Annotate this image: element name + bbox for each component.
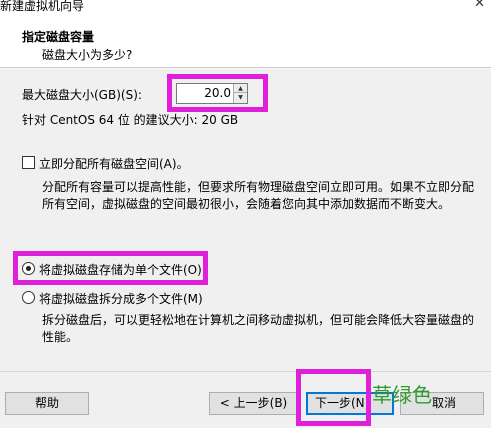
back-button[interactable]: < 上一步(B) [209,392,298,415]
allocate-all-checkbox[interactable] [22,156,35,169]
allocate-all-label[interactable]: 立即分配所有磁盘空间(A)。 [39,155,189,172]
allocate-description-line: 所有空间，虚拟磁盘的空间最初很小，会随着您向其中添加数据而不断变大。 [42,197,451,211]
watermark-text: 草绿色 [372,383,432,407]
window-title: 新建虚拟机向导 [0,0,85,13]
page-subtitle: 磁盘大小为多少? [42,48,133,62]
split-description: 拆分磁盘后，可以更轻松地在计算机之间移动虚拟机，但可能会降低大容量磁盘的 性能。 [42,312,474,346]
split-multi-file-label[interactable]: 将虚拟磁盘拆分成多个文件(M) [39,290,203,307]
allocate-description-line: 分配所有容量可以提高性能，但要求所有物理磁盘空间立即可用。如果不立即分配 [42,180,475,194]
highlight-box-single-file [13,251,208,285]
max-disk-size-label: 最大磁盘大小(GB)(S): [22,88,142,102]
highlight-box-disk-size [167,74,268,112]
allocate-description: 分配所有容量可以提高性能，但要求所有物理磁盘空间立即可用。如果不立即分配 所有空… [42,179,474,213]
page-title: 指定磁盘容量 [22,30,95,44]
wizard-header: 指定磁盘容量 磁盘大小为多少? [0,14,491,68]
highlight-box-next [296,369,371,426]
split-description-line: 拆分磁盘后，可以更轻松地在计算机之间移动虚拟机，但可能会降低大容量磁盘的 [42,313,475,327]
close-icon[interactable]: ✕ [474,0,485,11]
help-button[interactable]: 帮助 [5,392,89,415]
split-multi-file-radio[interactable] [22,291,35,304]
split-description-line: 性能。 [42,330,79,344]
recommended-size-text: 针对 CentOS 64 位 的建议大小: 20 GB [22,113,239,127]
title-bar: 新建虚拟机向导 ✕ [0,0,491,14]
